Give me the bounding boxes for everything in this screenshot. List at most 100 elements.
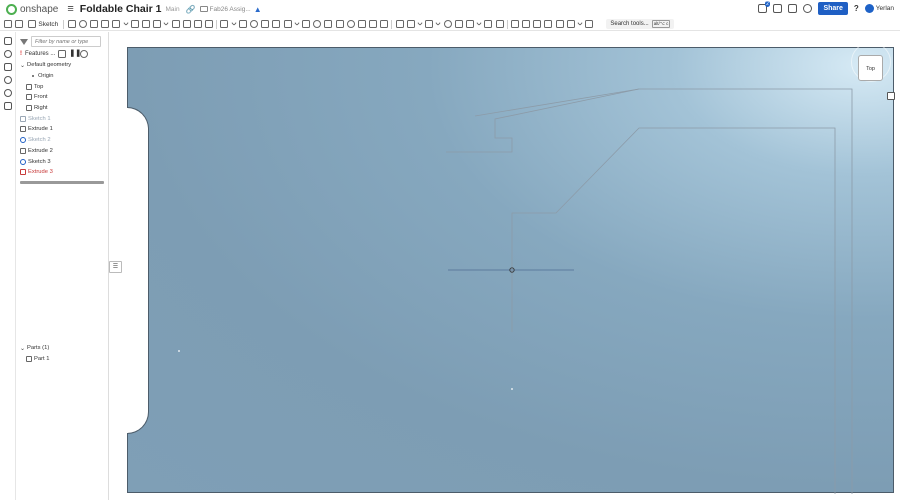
chevron-down-icon[interactable]: [577, 20, 583, 26]
tag-icon[interactable]: [495, 20, 504, 28]
view-cube[interactable]: Top: [858, 55, 883, 81]
revolve-icon[interactable]: [78, 20, 87, 28]
configuration-icon[interactable]: [566, 20, 575, 28]
tree-item-origin[interactable]: Origin: [16, 71, 108, 82]
fillet-icon[interactable]: [130, 20, 139, 28]
pattern-icon[interactable]: [193, 20, 202, 28]
rollback-bar[interactable]: [20, 180, 104, 184]
tree-item-sketch-3[interactable]: Sketch 3: [16, 156, 108, 167]
chevron-down-icon[interactable]: [163, 20, 170, 26]
view-options-icon[interactable]: [887, 92, 895, 100]
tree-item-sketch-2[interactable]: Sketch 2: [16, 135, 108, 146]
loft-icon[interactable]: [101, 20, 110, 28]
move-face-icon[interactable]: [283, 20, 292, 28]
user-menu[interactable]: Yerlan: [864, 4, 894, 13]
enclose-icon[interactable]: [357, 20, 366, 28]
tree-item-label: Sketch 1: [28, 115, 51, 122]
sheet-metal-icon[interactable]: [369, 20, 378, 28]
comments-icon[interactable]: [3, 50, 12, 58]
draft-icon[interactable]: [153, 20, 162, 28]
function-icon[interactable]: [465, 20, 474, 28]
extrude-icon[interactable]: [67, 20, 76, 28]
chevron-down-icon[interactable]: [293, 20, 300, 26]
delete-part-icon[interactable]: [261, 20, 270, 28]
features-header-label[interactable]: Features ...: [25, 51, 55, 57]
tree-item-sketch-1[interactable]: Sketch 1: [16, 113, 108, 124]
branch-label[interactable]: Main: [165, 6, 179, 13]
appearance-panel-icon[interactable]: [3, 76, 12, 84]
chevron-down-icon[interactable]: [230, 20, 237, 26]
chamfer-icon[interactable]: [141, 20, 150, 28]
compass-icon[interactable]: [803, 4, 813, 13]
tree-item-front[interactable]: Front: [16, 92, 108, 103]
notifications-icon[interactable]: 2: [758, 1, 771, 13]
pause-icon[interactable]: ❚❚: [69, 50, 81, 58]
modify-fillet-icon[interactable]: [272, 20, 281, 28]
assembly-icon[interactable]: [484, 20, 493, 28]
tree-item-right[interactable]: Right: [16, 103, 108, 114]
hole-icon[interactable]: [182, 20, 191, 28]
appearance-icon[interactable]: [555, 20, 564, 28]
menu-icon[interactable]: ≡: [67, 3, 73, 15]
variable-icon[interactable]: [454, 20, 463, 28]
tree-item-default-geometry[interactable]: ⌄ Default geometry: [16, 60, 108, 71]
help-button[interactable]: ?: [854, 4, 859, 13]
list-view-icon[interactable]: [58, 50, 67, 58]
gusset-icon[interactable]: [406, 20, 415, 28]
measure-icon[interactable]: [443, 20, 452, 28]
frame-icon[interactable]: [395, 20, 404, 28]
chevron-down-icon[interactable]: ⌄: [20, 345, 25, 352]
tree-item-extrude-1[interactable]: Extrude 1: [16, 124, 108, 135]
history-icon[interactable]: [80, 50, 89, 58]
section-view-icon[interactable]: [533, 20, 542, 28]
sketch-button[interactable]: Sketch: [26, 20, 60, 28]
parts-header[interactable]: ⌄ Parts (1): [16, 343, 109, 354]
tree-item-extrude-2[interactable]: Extrude 2: [16, 146, 108, 157]
flange-icon[interactable]: [380, 20, 389, 28]
filter-icon[interactable]: [20, 38, 28, 45]
graphics-viewport[interactable]: [127, 47, 894, 494]
sweep-icon[interactable]: [90, 20, 98, 28]
chevron-down-icon[interactable]: [122, 20, 129, 26]
document-title[interactable]: Foldable Chair 1: [80, 3, 162, 15]
mate-connector-icon[interactable]: [313, 20, 322, 28]
paint-icon[interactable]: [522, 20, 531, 28]
chevron-down-icon[interactable]: [417, 20, 423, 26]
app-store-icon[interactable]: [773, 4, 783, 13]
bill-of-materials-icon[interactable]: [3, 102, 12, 110]
render-icon[interactable]: [510, 20, 519, 28]
graduation-cap-icon[interactable]: ▲: [254, 5, 262, 14]
filter-input[interactable]: [31, 36, 101, 47]
parts-item-part-1[interactable]: Part 1: [16, 354, 109, 365]
collapse-panel-icon[interactable]: ☰: [109, 261, 122, 273]
shell-icon[interactable]: [171, 20, 180, 28]
share-button[interactable]: Share: [818, 2, 848, 15]
chevron-down-icon[interactable]: [435, 20, 442, 26]
undo-icon[interactable]: [4, 20, 12, 28]
notes-icon[interactable]: [3, 63, 12, 71]
helix-icon[interactable]: [324, 20, 333, 28]
tree-item-top[interactable]: Top: [16, 81, 108, 92]
boolean-icon[interactable]: [220, 20, 229, 28]
list-icon[interactable]: [425, 20, 434, 28]
redo-icon[interactable]: [15, 20, 24, 28]
chevron-down-icon[interactable]: [476, 20, 482, 26]
search-icon[interactable]: [3, 89, 12, 97]
folder-breadcrumb[interactable]: Fab26 Assig...: [199, 6, 251, 13]
surface-icon[interactable]: [346, 20, 355, 28]
onshape-logo[interactable]: onshape: [6, 3, 58, 15]
split-icon[interactable]: [238, 20, 247, 28]
transform-icon[interactable]: [250, 20, 258, 28]
chevron-down-icon[interactable]: ⌄: [20, 62, 25, 69]
thicken-icon[interactable]: [112, 20, 121, 28]
tree-item-extrude-3[interactable]: Extrude 3: [16, 167, 108, 178]
features-list-icon[interactable]: [3, 37, 12, 45]
add-custom-feature-icon[interactable]: [585, 20, 594, 28]
curve-icon[interactable]: [335, 20, 344, 28]
plane-icon[interactable]: [301, 20, 310, 28]
search-tools-button[interactable]: Search tools... alt/⌥ c: [606, 19, 675, 29]
mirror-icon[interactable]: [205, 20, 214, 28]
learning-center-icon[interactable]: [788, 4, 798, 13]
explode-icon[interactable]: [544, 20, 553, 28]
link-icon[interactable]: 🔗: [186, 5, 196, 14]
